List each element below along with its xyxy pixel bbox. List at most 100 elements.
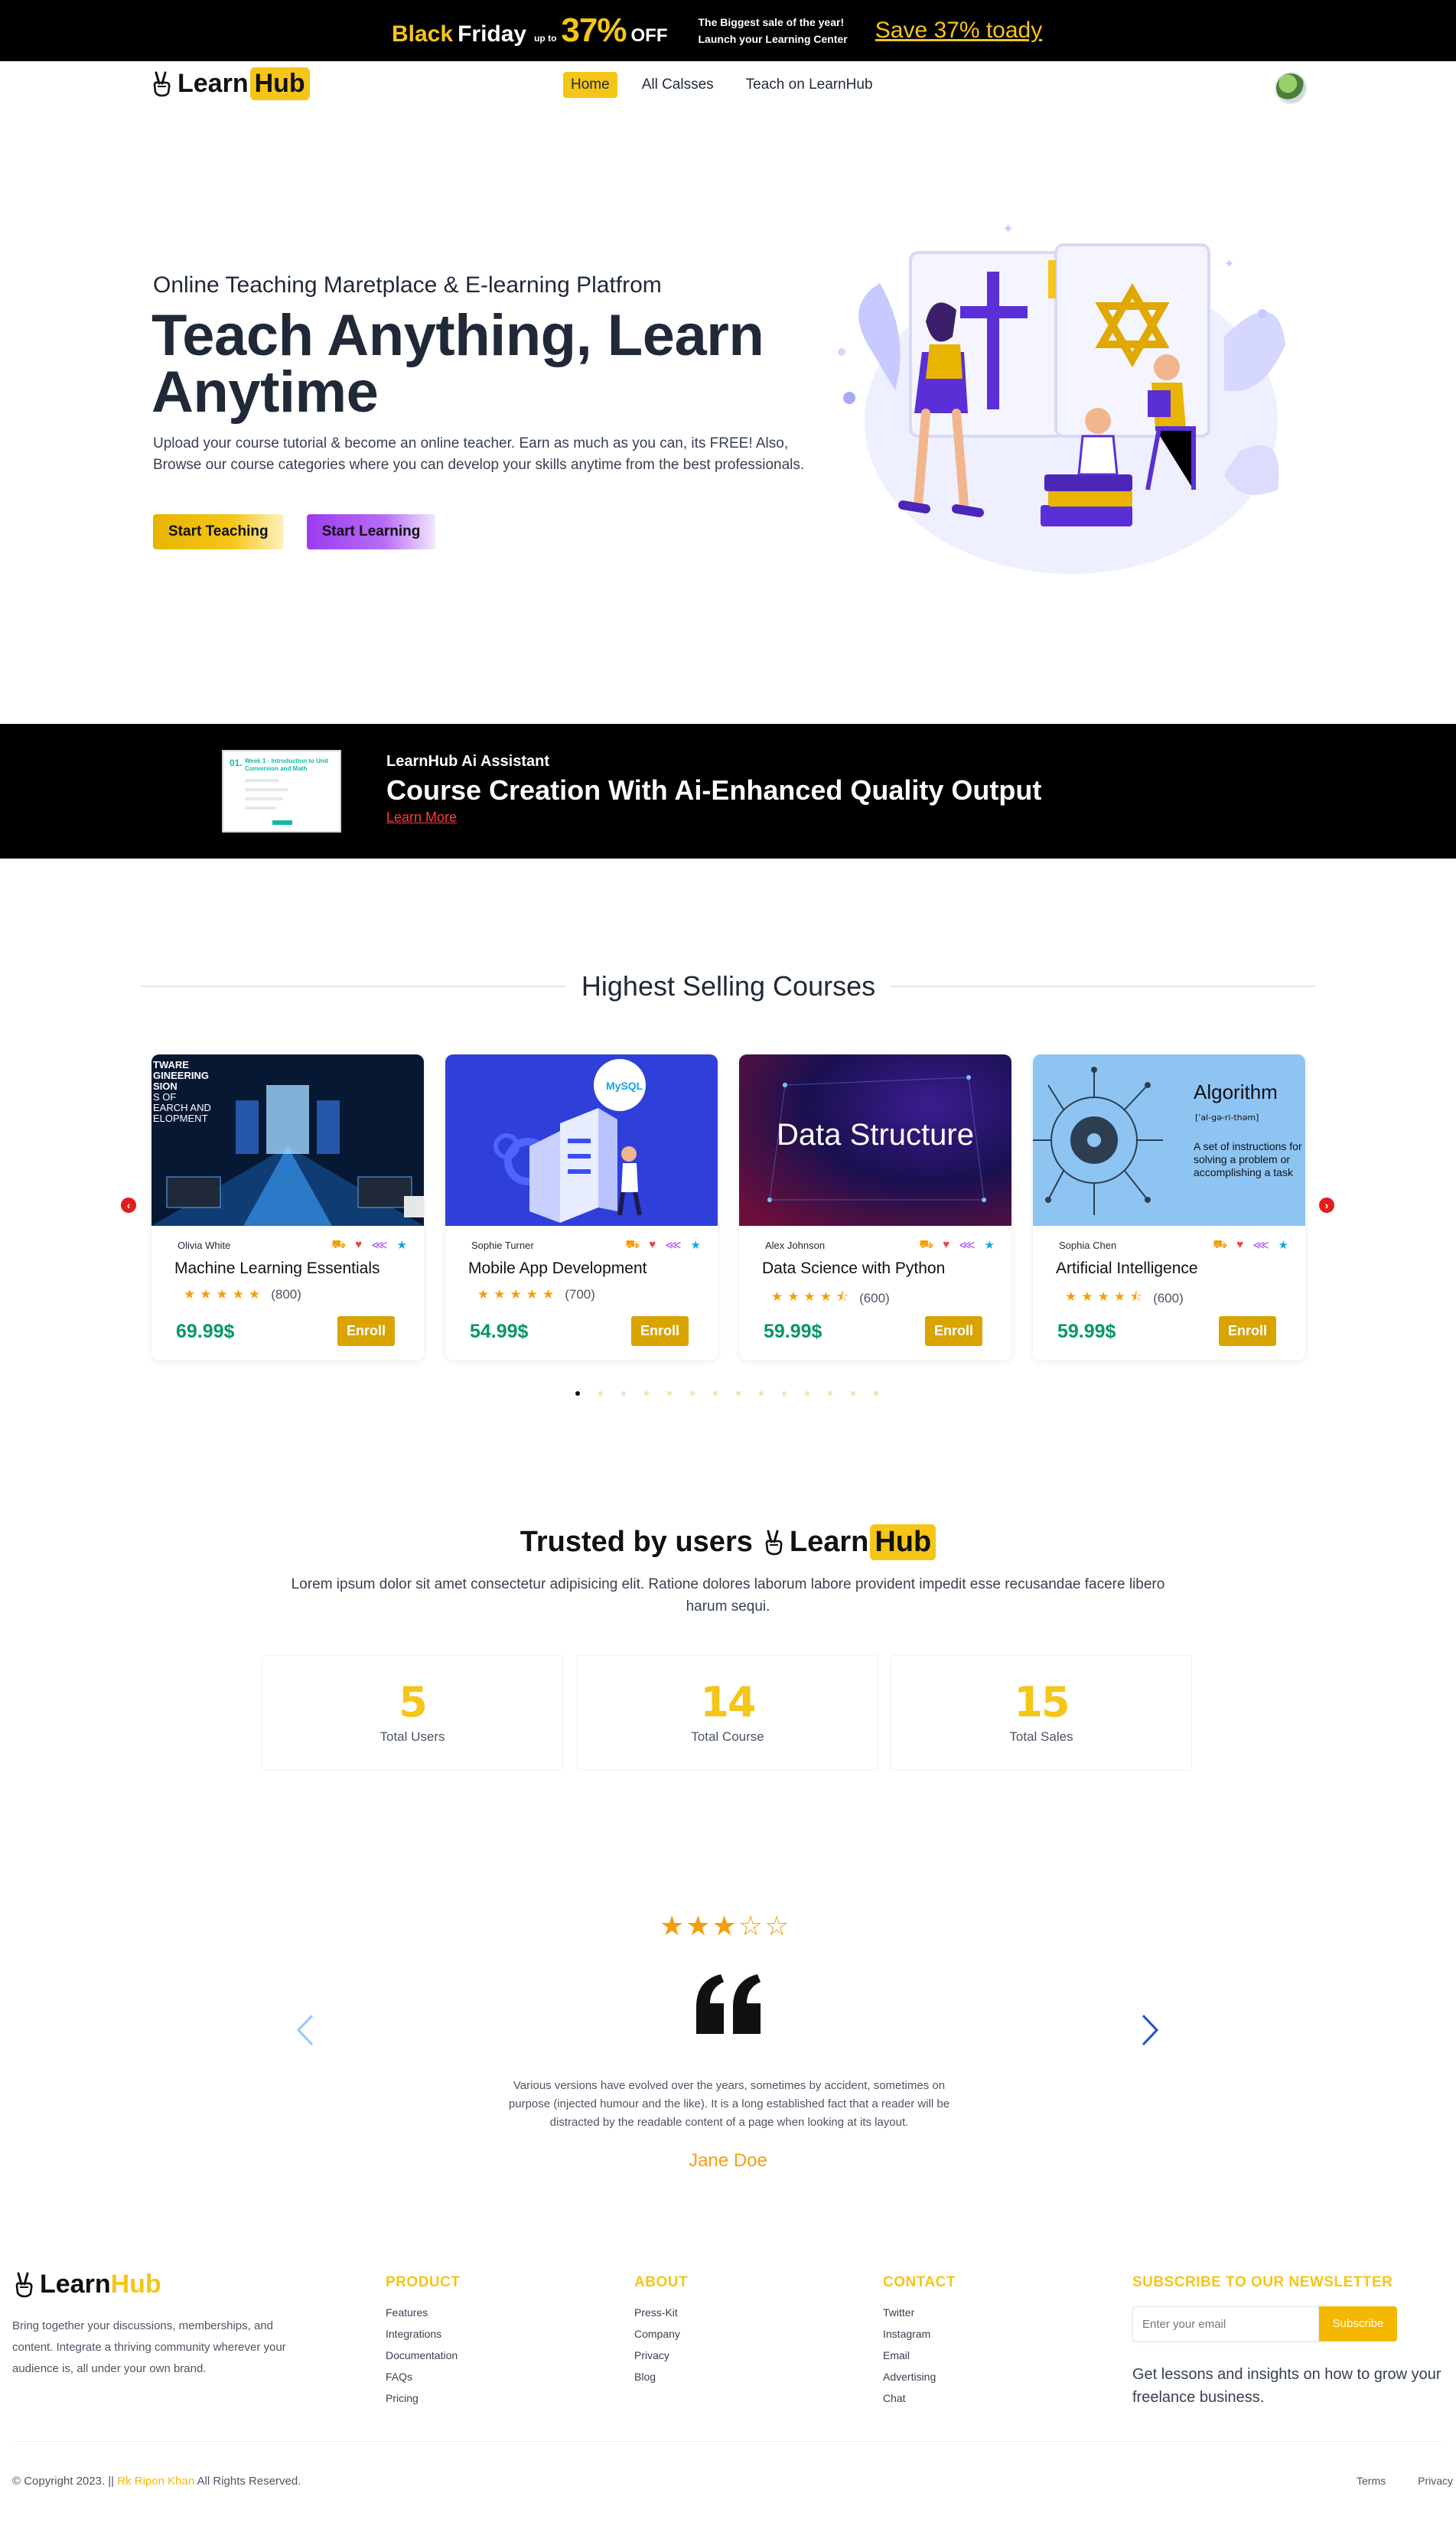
- footer-link[interactable]: Twitter: [883, 2302, 956, 2323]
- heart-icon[interactable]: ♥: [1236, 1238, 1243, 1253]
- carousel-dot[interactable]: [575, 1391, 580, 1396]
- copyright-author-link[interactable]: Rk Ripon Khan: [117, 2475, 194, 2488]
- courses-heading: Highest Selling Courses: [141, 967, 1316, 1005]
- card-author: Alex Johnson: [765, 1240, 826, 1251]
- footer-link[interactable]: Company: [634, 2323, 688, 2345]
- card-meta: Sophie Turner ⛟ ♥ ⋘ ★: [471, 1238, 701, 1253]
- enroll-button[interactable]: Enroll: [925, 1316, 983, 1346]
- footer-column-heading: CONTACT: [883, 2274, 956, 2290]
- peace-hand-icon: [765, 1530, 783, 1555]
- ai-banner: 01. Week 1 - Introduction to Unit Conver…: [0, 724, 1456, 859]
- algorithm-definition: A set of instructions for solving a prob…: [1194, 1140, 1302, 1178]
- brand-logo[interactable]: Learn Hub: [150, 67, 310, 100]
- footer-link[interactable]: Advertising: [883, 2366, 956, 2387]
- card-actions: ⛟ ♥ ⋘ ★: [1213, 1238, 1288, 1253]
- rating-count: (600): [859, 1290, 890, 1305]
- footer-link[interactable]: FAQs: [386, 2366, 460, 2387]
- nav-all-classes[interactable]: All Calsses: [634, 72, 721, 98]
- trusted-heading-text: Trusted by users: [520, 1526, 753, 1558]
- footer-link[interactable]: Chat: [883, 2387, 956, 2409]
- start-teaching-button[interactable]: Start Teaching: [153, 514, 284, 549]
- enroll-button[interactable]: Enroll: [1219, 1316, 1277, 1346]
- footer-link[interactable]: Instagram: [883, 2323, 956, 2345]
- footer-column-heading: ABOUT: [634, 2274, 689, 2290]
- footer-link[interactable]: Integrations: [386, 2323, 460, 2345]
- privacy-link[interactable]: Privacy: [1418, 2475, 1453, 2487]
- course-card[interactable]: TWARE GINEERING SION S OF EARCH AND ELOP…: [151, 1054, 424, 1361]
- enroll-button[interactable]: Enroll: [337, 1316, 396, 1346]
- promo-save-link[interactable]: Save 37% toady: [875, 18, 1042, 44]
- heart-icon[interactable]: ♥: [355, 1238, 362, 1253]
- course-card[interactable]: Algorithm [ˈal-gə-ri-thəm] A set of inst…: [1033, 1054, 1305, 1361]
- share-icon[interactable]: ⋘: [371, 1238, 387, 1253]
- course-card[interactable]: Data Structure Alex Johnson ⛟ ♥ ⋘ ★ Data…: [739, 1054, 1011, 1361]
- user-avatar[interactable]: [1275, 72, 1307, 104]
- testimonial-next-icon[interactable]: [1138, 2012, 1161, 2048]
- share-icon[interactable]: ⋘: [959, 1238, 975, 1253]
- footer-link[interactable]: Pricing: [386, 2387, 460, 2409]
- carousel-dot[interactable]: [690, 1391, 695, 1396]
- heart-icon[interactable]: ♥: [943, 1238, 949, 1253]
- heart-icon[interactable]: ♥: [649, 1238, 656, 1253]
- stat-card-sales: 15 Total Sales: [891, 1654, 1192, 1771]
- newsletter-email-input[interactable]: [1132, 2306, 1319, 2342]
- footer-link[interactable]: Privacy: [634, 2345, 688, 2366]
- footer-logo[interactable]: Learn Hub: [12, 2270, 161, 2299]
- carousel-dot[interactable]: [598, 1391, 603, 1396]
- subscribe-button[interactable]: Subscribe: [1319, 2306, 1397, 2342]
- start-learning-button[interactable]: Start Learning: [306, 514, 436, 549]
- carousel-dot[interactable]: [667, 1391, 672, 1396]
- promo-content: Black Friday up to 37% OFF The Biggest s…: [392, 0, 1042, 61]
- footer-link[interactable]: Email: [883, 2345, 956, 2366]
- footer-column-product: PRODUCT Features Integrations Documentat…: [386, 2274, 460, 2409]
- carousel-dot[interactable]: [851, 1391, 855, 1396]
- cart-icon[interactable]: ⛟: [919, 1238, 933, 1253]
- carousel-dot[interactable]: [828, 1391, 832, 1396]
- cart-icon[interactable]: ⛟: [331, 1238, 346, 1253]
- image-text-line: GINEERING: [153, 1070, 209, 1081]
- star-icon[interactable]: ★: [985, 1238, 995, 1253]
- footer-link[interactable]: Features: [386, 2302, 460, 2323]
- enroll-button[interactable]: Enroll: [631, 1316, 689, 1346]
- testimonial-prev-icon[interactable]: [294, 2012, 317, 2048]
- footer-column-heading: PRODUCT: [386, 2274, 461, 2290]
- cart-icon[interactable]: ⛟: [1213, 1238, 1227, 1253]
- carousel-dot[interactable]: [644, 1391, 649, 1396]
- carousel-dot[interactable]: [736, 1391, 741, 1396]
- footer-divider: [12, 2441, 1443, 2442]
- carousel-dot[interactable]: [805, 1391, 809, 1396]
- trusted-description: Lorem ipsum dolor sit amet consectetur a…: [291, 1576, 1165, 1615]
- promo-bar: Black Friday up to 37% OFF The Biggest s…: [0, 0, 1456, 61]
- footer-link[interactable]: Blog: [634, 2366, 688, 2387]
- star-icon[interactable]: ★: [1278, 1238, 1288, 1253]
- learn-more-link[interactable]: Learn More: [386, 810, 457, 826]
- share-icon[interactable]: ⋘: [1252, 1238, 1269, 1253]
- carousel-dot[interactable]: [713, 1391, 718, 1396]
- carousel-dot[interactable]: [759, 1391, 764, 1396]
- promo-off: OFF: [630, 25, 668, 46]
- carousel-prev-button[interactable]: ‹: [121, 1198, 136, 1213]
- nav-home[interactable]: Home: [563, 72, 617, 98]
- ai-title: Course Creation With Ai-Enhanced Quality…: [386, 774, 1042, 806]
- algorithm-title: Algorithm: [1194, 1080, 1278, 1103]
- course-card[interactable]: MySQL Sophie Turner ⛟ ♥ ⋘ ★ Mobile App D…: [445, 1054, 718, 1361]
- rating-count: (600): [1153, 1290, 1184, 1305]
- star-icon[interactable]: ★: [691, 1238, 701, 1253]
- terms-link[interactable]: Terms: [1357, 2475, 1386, 2487]
- copyright-suffix: All Rights Reserved.: [197, 2475, 301, 2488]
- carousel-dot[interactable]: [874, 1391, 878, 1396]
- card-actions: ⛟ ♥ ⋘ ★: [625, 1238, 701, 1253]
- footer-link[interactable]: Press-Kit: [634, 2302, 688, 2323]
- navbar: Learn Hub Home All Calsses Teach on Lear…: [0, 61, 1456, 113]
- courses-heading-text: Highest Selling Courses: [581, 970, 876, 1002]
- nav-teach[interactable]: Teach on LearnHub: [738, 72, 881, 98]
- star-icon[interactable]: ★: [397, 1238, 407, 1253]
- cart-icon[interactable]: ⛟: [625, 1238, 640, 1253]
- carousel-next-button[interactable]: ›: [1319, 1198, 1334, 1213]
- card-actions: ⛟ ♥ ⋘ ★: [331, 1238, 407, 1253]
- carousel-dot[interactable]: [782, 1391, 787, 1396]
- carousel-dot[interactable]: [621, 1391, 626, 1396]
- card-meta: Alex Johnson ⛟ ♥ ⋘ ★: [765, 1238, 995, 1253]
- footer-link[interactable]: Documentation: [386, 2345, 460, 2366]
- share-icon[interactable]: ⋘: [665, 1238, 681, 1253]
